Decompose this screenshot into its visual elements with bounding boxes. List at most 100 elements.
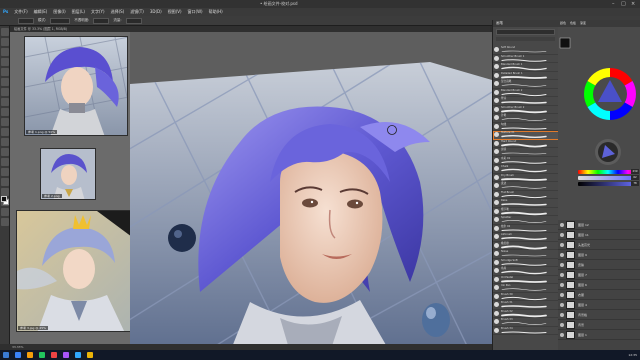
brush-preset[interactable]: Blended Brush 2 <box>493 89 559 97</box>
color-tab[interactable]: 色板 <box>568 20 578 27</box>
layer-row[interactable]: 图层 11 <box>558 230 640 240</box>
brush-preset[interactable]: 线条 02 <box>493 225 559 233</box>
brush-preset[interactable]: 勾线 <box>493 123 559 131</box>
brush-preset[interactable]: Brush 30 <box>493 293 559 301</box>
brush-preset[interactable]: 针笔 <box>493 114 559 123</box>
visibility-eye-icon[interactable] <box>560 303 564 307</box>
menu-item[interactable]: 图层(L) <box>69 8 88 16</box>
color-slider-h[interactable]: 239 <box>578 169 639 174</box>
visibility-eye-icon[interactable] <box>560 323 564 327</box>
brush-preset[interactable]: 细节笔 <box>493 208 559 216</box>
opacity-input[interactable] <box>93 17 110 24</box>
brush-preset[interactable]: Brush 31 <box>493 301 559 310</box>
menu-item[interactable]: 图像(I) <box>50 8 68 16</box>
layer-row[interactable]: 图层 7 <box>558 270 640 280</box>
clone-stamp-icon[interactable] <box>1 108 9 116</box>
brush-preset[interactable]: Splatter <box>493 216 559 225</box>
slider-value[interactable]: 239 <box>631 169 639 174</box>
brush-preset[interactable]: Ink Pen <box>493 284 559 293</box>
layer-row[interactable]: 图层 1 <box>558 330 640 340</box>
layer-row[interactable]: 头发高光 <box>558 240 640 250</box>
layer-row[interactable]: 皮肤 <box>558 260 640 270</box>
layer-row[interactable]: 衣服 <box>558 290 640 300</box>
brush-preset[interactable]: Chalk <box>493 165 559 174</box>
visibility-eye-icon[interactable] <box>560 293 564 297</box>
brush-preset[interactable]: Smudge Soft <box>493 259 559 267</box>
color-slider-s[interactable]: 62 <box>578 175 639 180</box>
crop-tool-icon[interactable] <box>1 68 9 76</box>
taskbar-app-icon[interactable] <box>39 352 45 358</box>
visibility-eye-icon[interactable] <box>560 233 564 237</box>
canvas-area[interactable] <box>130 32 492 352</box>
brush-preset-picker[interactable] <box>18 17 34 24</box>
brush-preset[interactable]: Brush 34 <box>493 327 559 335</box>
menu-item[interactable]: 滤镜(T) <box>127 8 147 16</box>
type-tool-icon[interactable] <box>1 178 9 186</box>
color-tab[interactable]: 渐变 <box>578 20 588 27</box>
path-select-icon[interactable] <box>1 188 9 196</box>
layer-row[interactable]: 背景格 <box>558 310 640 320</box>
menu-item[interactable]: 窗口(W) <box>185 8 206 16</box>
brush-search-input[interactable] <box>496 29 555 35</box>
taskbar-app-icon[interactable] <box>15 352 21 358</box>
taskbar-app-icon[interactable] <box>51 352 57 358</box>
hand-tool-icon[interactable] <box>1 208 9 216</box>
eyedropper-icon[interactable] <box>1 78 9 86</box>
brush-preset[interactable]: 斑驳 <box>493 148 559 157</box>
layer-row[interactable]: 图层 4 <box>558 300 640 310</box>
reference-image-2[interactable]: 参考 2.png <box>40 148 96 200</box>
brush-preset[interactable]: 橡皮擦 <box>493 242 559 250</box>
gradient-tool-icon[interactable] <box>1 138 9 146</box>
foreground-color-swatch[interactable] <box>1 196 7 202</box>
menu-item[interactable]: 3D(D) <box>147 8 165 16</box>
slider-value[interactable]: 62 <box>631 175 639 180</box>
taskbar-app-icon[interactable] <box>63 352 69 358</box>
layer-row[interactable]: 图层 12 <box>558 220 640 230</box>
visibility-eye-icon[interactable] <box>560 283 564 287</box>
color-wheel-icon[interactable] <box>558 28 640 168</box>
zoom-tool-icon[interactable] <box>1 218 9 226</box>
visibility-eye-icon[interactable] <box>560 263 564 267</box>
brush-preset[interactable]: Detailed Brush 1 <box>493 72 559 80</box>
brush-preset[interactable]: Rake <box>493 199 559 208</box>
visibility-eye-icon[interactable] <box>560 243 564 247</box>
brush-tool-icon[interactable] <box>1 98 9 106</box>
start-icon[interactable] <box>3 352 9 358</box>
menu-item[interactable]: 选择(S) <box>108 8 128 16</box>
taskbar-app-icon[interactable] <box>27 352 33 358</box>
history-brush-icon[interactable] <box>1 118 9 126</box>
magic-wand-icon[interactable] <box>1 58 9 66</box>
menu-item[interactable]: 视图(V) <box>165 8 185 16</box>
brush-size-slider[interactable] <box>496 37 555 41</box>
brush-preset[interactable]: Texture 01 <box>493 131 559 140</box>
lasso-tool-icon[interactable] <box>1 48 9 56</box>
marquee-tool-icon[interactable] <box>1 38 9 46</box>
visibility-eye-icon[interactable] <box>560 253 564 257</box>
healing-brush-icon[interactable] <box>1 88 9 96</box>
slider-value[interactable]: 78 <box>631 181 639 186</box>
brush-preset[interactable]: Oil Pastel <box>493 276 559 284</box>
visibility-eye-icon[interactable] <box>560 223 564 227</box>
brush-preset[interactable]: 柔边 <box>493 182 559 191</box>
menu-item[interactable]: 编辑(E) <box>31 8 51 16</box>
menu-item[interactable]: 文件(F) <box>11 8 30 16</box>
visibility-eye-icon[interactable] <box>560 333 564 337</box>
visibility-eye-icon[interactable] <box>560 273 564 277</box>
brush-preset[interactable]: Brush 33 <box>493 318 559 327</box>
menu-item[interactable]: 帮助(H) <box>206 8 226 16</box>
brush-preset[interactable]: Smoother Brush 2 <box>493 106 559 114</box>
brush-preset[interactable]: 水彩 01 <box>493 157 559 165</box>
reference-image-1[interactable]: 参考 1.png @ 50% <box>24 36 128 136</box>
dodge-tool-icon[interactable] <box>1 158 9 166</box>
taskbar-app-icon[interactable] <box>87 352 93 358</box>
layer-row[interactable]: 背景 <box>558 320 640 330</box>
move-tool-icon[interactable] <box>1 28 9 36</box>
brush-preset[interactable]: Brush 32 <box>493 310 559 318</box>
maximize-icon[interactable]: □ <box>621 0 626 8</box>
brush-preset[interactable]: Hard Round <box>493 140 559 148</box>
minimize-icon[interactable]: – <box>612 0 615 8</box>
brush-preset[interactable]: Dry Brush <box>493 174 559 182</box>
blur-tool-icon[interactable] <box>1 148 9 156</box>
mode-select[interactable]: 正常 <box>50 17 71 35</box>
taskbar-app-icon[interactable] <box>75 352 81 358</box>
